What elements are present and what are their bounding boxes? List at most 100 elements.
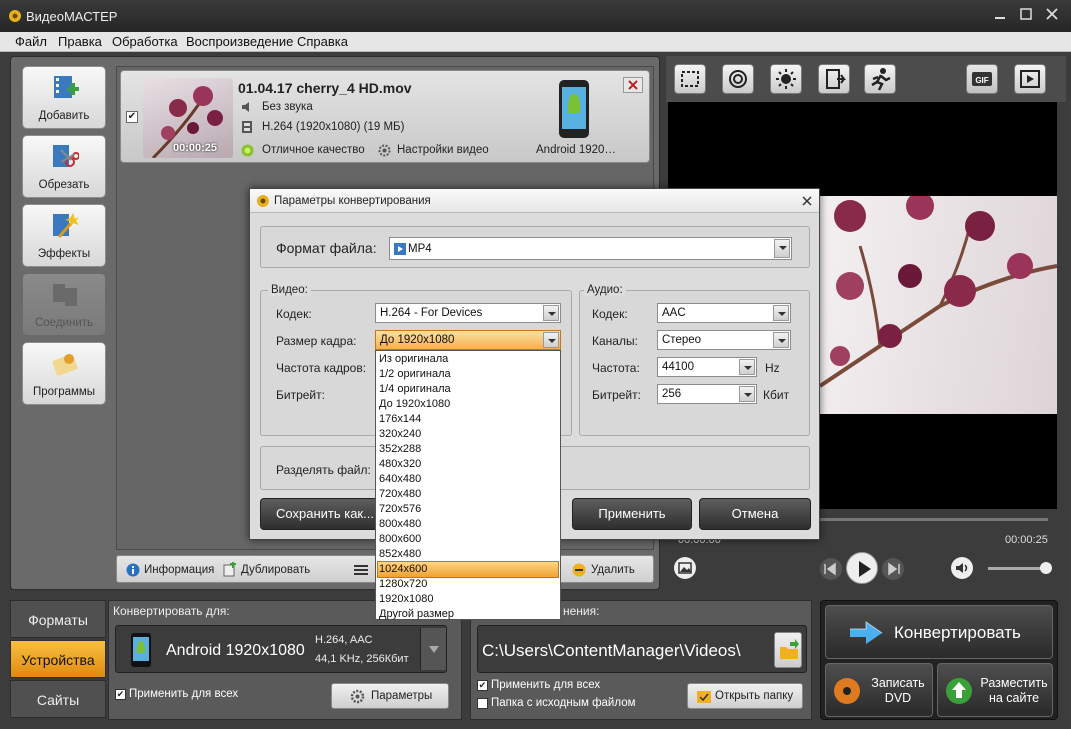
- film-add-icon: [54, 76, 79, 98]
- effects-button[interactable]: Эффекты: [22, 204, 106, 267]
- dropdown-option[interactable]: 176x144: [378, 412, 558, 427]
- dropdown-option[interactable]: Другой размер: [378, 607, 558, 622]
- fullscreen-button[interactable]: [1014, 64, 1046, 94]
- minimize-button[interactable]: [990, 6, 1010, 22]
- remove-file-button[interactable]: [623, 77, 643, 93]
- tab-sites[interactable]: Сайты: [10, 680, 106, 718]
- close-window-button[interactable]: [1042, 6, 1062, 22]
- dropdown-option[interactable]: 1280x720: [378, 577, 558, 592]
- play-button[interactable]: [846, 552, 878, 584]
- film-icon: [242, 121, 252, 133]
- duplicate-button[interactable]: Дублировать: [241, 564, 310, 576]
- save-as-button[interactable]: Сохранить как...: [260, 498, 390, 530]
- file-checkbox[interactable]: ✔: [126, 111, 138, 123]
- dialog-close-button[interactable]: [800, 194, 814, 208]
- frequency-unit: Hz: [765, 361, 780, 375]
- dropdown-option[interactable]: 480x320: [378, 457, 558, 472]
- burn-dvd-button[interactable]: Записать DVD: [825, 663, 933, 717]
- save-apply-all-checkbox[interactable]: ✔: [477, 680, 488, 691]
- dropdown-option[interactable]: 1/2 оригинала: [378, 367, 558, 382]
- menu-processing[interactable]: Обработка: [112, 34, 178, 49]
- frame-size-label: Размер кадра:: [276, 334, 357, 348]
- progress-track[interactable]: [818, 518, 1048, 521]
- dropdown-option[interactable]: До 1920x1080: [378, 397, 558, 412]
- source-folder-checkbox[interactable]: [477, 698, 488, 709]
- gif-button[interactable]: GIF: [966, 64, 998, 94]
- dropdown-option[interactable]: 1024x600: [377, 561, 559, 578]
- frequency-select[interactable]: 44100: [657, 357, 757, 377]
- quality-icon: [241, 144, 254, 157]
- file-audio: Без звука: [262, 101, 313, 113]
- dropdown-option[interactable]: 852x480: [378, 547, 558, 562]
- audio-bitrate-select[interactable]: 256: [657, 384, 757, 404]
- output-path-field[interactable]: C:\Users\ContentManager\Videos\: [477, 625, 807, 673]
- menu-help[interactable]: Справка: [297, 34, 348, 49]
- tab-devices[interactable]: Устройства: [10, 640, 106, 678]
- format-select[interactable]: MP4: [389, 237, 792, 260]
- gear-icon: [350, 689, 365, 704]
- save-to-label: нения:: [563, 604, 600, 618]
- dropdown-option[interactable]: 800x480: [378, 517, 558, 532]
- trim-button[interactable]: Обрезать: [22, 135, 106, 198]
- dropdown-option[interactable]: 720x480: [378, 487, 558, 502]
- dropdown-option[interactable]: 720x576: [378, 502, 558, 517]
- info-icon: [126, 563, 140, 577]
- channels-select[interactable]: Стерео: [657, 330, 791, 350]
- publish-button[interactable]: Разместить на сайте: [937, 663, 1053, 717]
- dropdown-option[interactable]: 352x288: [378, 442, 558, 457]
- add-button[interactable]: Добавить: [22, 66, 106, 129]
- menu-edit[interactable]: Правка: [58, 34, 102, 49]
- delete-button[interactable]: Удалить: [591, 564, 635, 576]
- convert-button[interactable]: Конвертировать: [825, 605, 1053, 659]
- video-settings-link[interactable]: Настройки видео: [397, 144, 489, 156]
- prev-frame-button[interactable]: [820, 558, 842, 580]
- menu-file[interactable]: Файл: [15, 34, 47, 49]
- total-time: 00:00:25: [1005, 534, 1048, 546]
- format-label: Формат файла:: [276, 240, 377, 256]
- crop-tool-button[interactable]: [674, 64, 706, 94]
- apply-all-checkbox[interactable]: ✔: [115, 689, 126, 700]
- watermark-tool-button[interactable]: [722, 64, 754, 94]
- programs-button-label: Программы: [32, 386, 96, 398]
- speed-tool-button[interactable]: [864, 64, 896, 94]
- tab-formats[interactable]: Форматы: [10, 600, 106, 638]
- programs-button[interactable]: Программы: [22, 342, 106, 405]
- volume-knob[interactable]: [1040, 562, 1052, 574]
- dropdown-option[interactable]: Из оригинала: [378, 352, 558, 367]
- device-dropdown-button[interactable]: [420, 628, 446, 670]
- params-button[interactable]: Параметры: [331, 683, 449, 709]
- file-item[interactable]: ✔ 00:00:25 01.04.17 cherry_4 HD.mov Без …: [120, 70, 650, 163]
- next-frame-button[interactable]: [882, 558, 904, 580]
- volume-icon: [956, 563, 968, 573]
- device-selector[interactable]: Android 1920x1080 H.264, AAC 44,1 KHz, 2…: [115, 625, 447, 673]
- maximize-button[interactable]: [1016, 6, 1036, 22]
- browse-folder-button[interactable]: [774, 632, 802, 668]
- brightness-tool-button[interactable]: [770, 64, 802, 94]
- join-button[interactable]: Соединить: [22, 273, 106, 336]
- volume-slider[interactable]: [988, 567, 1048, 570]
- magic-wand-icon: [53, 213, 79, 238]
- dropdown-option[interactable]: 320x240: [378, 427, 558, 442]
- frame-size-select[interactable]: До 1920x1080: [375, 330, 561, 350]
- dropdown-option[interactable]: 640x480: [378, 472, 558, 487]
- info-button[interactable]: Информация: [144, 564, 214, 576]
- dropdown-option[interactable]: 800x600: [378, 532, 558, 547]
- file-quality[interactable]: Отличное качество: [262, 144, 365, 156]
- duplicate-icon: [223, 562, 236, 577]
- rotate-tool-button[interactable]: [818, 64, 850, 94]
- apply-button[interactable]: Применить: [572, 498, 692, 530]
- menu-playback[interactable]: Воспроизведение: [186, 34, 293, 49]
- apply-all-label: Применить для всех: [129, 688, 239, 700]
- crop-icon: [681, 71, 699, 87]
- dropdown-option[interactable]: 1920x1080: [378, 592, 558, 607]
- dropdown-option[interactable]: 1/4 оригинала: [378, 382, 558, 397]
- audio-codec-value: AAC: [662, 307, 686, 319]
- rotate-icon: [826, 69, 846, 89]
- video-codec-select[interactable]: H.264 - For Devices: [375, 303, 561, 323]
- audio-codec-select[interactable]: AAC: [657, 303, 791, 323]
- volume-button[interactable]: [951, 557, 973, 579]
- open-folder-button[interactable]: Открыть папку: [687, 683, 803, 709]
- watermark-icon: [729, 70, 747, 88]
- cancel-button[interactable]: Отмена: [699, 498, 811, 530]
- snapshot-button[interactable]: [674, 557, 696, 579]
